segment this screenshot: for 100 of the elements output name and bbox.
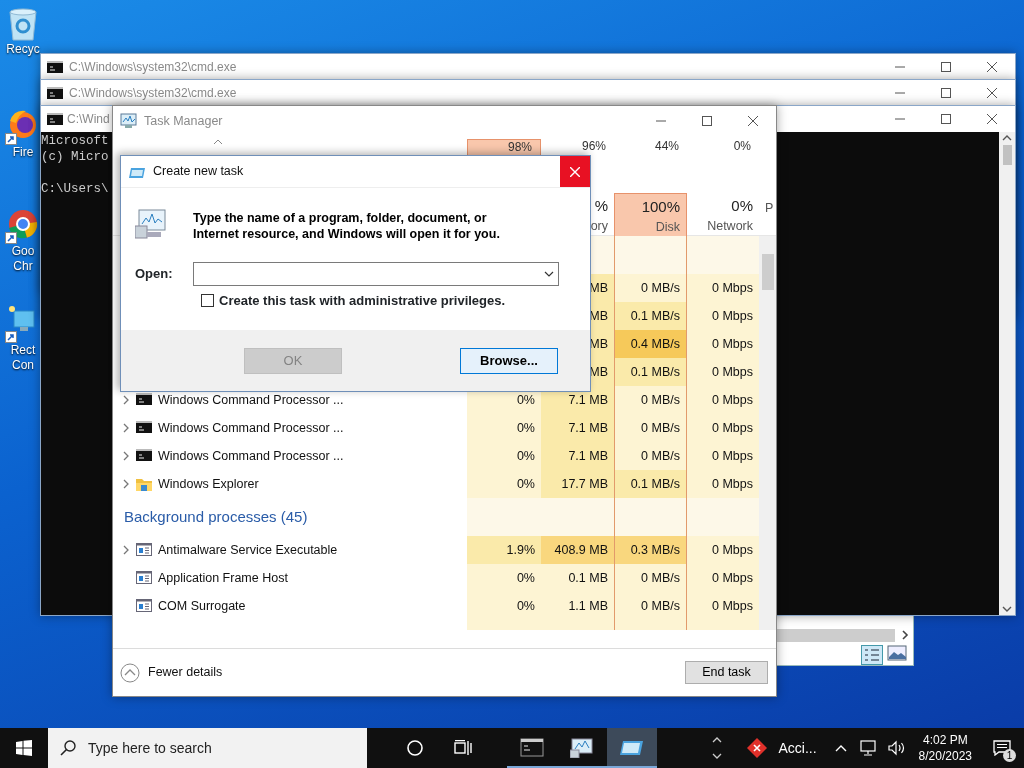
table-cell: 0 MB/s (614, 442, 687, 470)
console-icon (520, 736, 544, 758)
monitor-icon (570, 736, 594, 758)
scroll-down-icon[interactable] (712, 753, 723, 759)
taskbar-app-button[interactable] (607, 728, 657, 768)
column-label: Network (707, 218, 753, 235)
process-name[interactable]: COM Surrogate (158, 596, 246, 616)
close-icon (570, 166, 580, 177)
table-cell: 0 Mbps (687, 414, 759, 442)
desktop-icon-label[interactable]: Fire (5, 145, 41, 160)
process-name[interactable]: Windows Command Processor ... (158, 446, 344, 466)
window-title: C:\Wind (67, 111, 110, 128)
table-cell: 0 Mbps (687, 358, 759, 386)
console-icon (136, 420, 152, 436)
column-total: 0% (732, 139, 752, 155)
table-cell: 0 MB/s (614, 414, 687, 442)
table-cell: 0.4 MB/s (614, 330, 687, 358)
table-cell: 0 Mbps (687, 564, 759, 592)
table-cell: 0.1 MB/s (614, 358, 687, 386)
collapse-icon (120, 662, 140, 683)
taskbar-app-button[interactable]: Acci... (736, 728, 827, 768)
column-value: % (594, 197, 608, 215)
expand-chevron-icon[interactable] (122, 451, 130, 461)
desktop-icon-label[interactable]: Goo Chr (5, 244, 41, 274)
recycle-bin-icon[interactable] (6, 8, 40, 42)
console-icon (136, 448, 152, 464)
scroll-up-icon[interactable] (712, 737, 723, 743)
window-title: C:\Windows\system32\cmd.exe (69, 85, 237, 102)
maximize-icon[interactable] (941, 62, 951, 72)
search-icon (60, 740, 76, 756)
column-label: Disk (655, 219, 680, 236)
table-cell: 0 Mbps (687, 442, 759, 470)
window-title: Task Manager (144, 112, 223, 130)
desktop-icon-label[interactable]: Rect Con (5, 343, 41, 373)
show-hidden-icons-icon[interactable] (834, 744, 847, 752)
window-title: C:\Windows\system32\cmd.exe (69, 59, 237, 76)
monitor-icon (120, 113, 138, 129)
column-label[interactable]: P (765, 199, 774, 217)
console-icon (136, 392, 152, 408)
fewer-details-button[interactable]: Fewer details (120, 662, 223, 683)
table-cell: 0% (467, 442, 541, 470)
notifications-button[interactable]: 1 (980, 728, 1024, 768)
dialog-message: Type the name of a program, folder, document, or Internet resource, and Windows will open it for you. (193, 210, 501, 242)
table-cell: 0 Mbps (687, 536, 759, 564)
table-cell: 0% (467, 414, 541, 442)
open-field[interactable] (193, 262, 559, 286)
close-icon[interactable] (748, 116, 758, 126)
column-total: 96% (580, 139, 607, 155)
details-view-icon[interactable] (861, 645, 883, 665)
dialog-button[interactable]: Browse... (460, 347, 558, 374)
application-icon (136, 542, 152, 558)
field-label: Open: (135, 265, 174, 284)
close-icon[interactable] (987, 62, 997, 72)
table-cell: 0 MB/s (614, 274, 687, 302)
expand-chevron-icon[interactable] (122, 423, 130, 433)
column-value: 100% (641, 198, 680, 216)
process-name[interactable]: Windows Command Processor ... (158, 390, 344, 410)
checkbox[interactable] (201, 294, 214, 308)
close-button[interactable] (560, 156, 590, 187)
process-name[interactable]: Windows Command Processor ... (158, 418, 344, 438)
expand-chevron-icon[interactable] (122, 545, 130, 555)
end-task-button[interactable]: End task (685, 661, 768, 684)
preview-view-icon[interactable] (887, 645, 907, 661)
table-cell: 0.1 MB/s (614, 470, 687, 498)
close-icon[interactable] (987, 88, 997, 98)
desktop-icon-label[interactable]: Recyc (5, 42, 41, 57)
maximize-icon[interactable] (941, 88, 951, 98)
console-text: (c) Micro (41, 149, 109, 165)
table-cell: 0 MB/s (614, 592, 687, 620)
table-cell: 0 Mbps (687, 330, 759, 358)
application-icon (136, 598, 152, 614)
process-name[interactable]: Application Frame Host (158, 568, 288, 588)
column-total: 98% (467, 139, 541, 155)
close-icon[interactable] (987, 114, 997, 124)
scrollbar-thumb[interactable] (761, 254, 774, 290)
column-header[interactable]: 0% Network (687, 193, 759, 236)
process-name[interactable]: Antimalware Service Executable (158, 540, 338, 560)
checkbox-label[interactable]: Create this task with administrative privileges. (219, 291, 506, 311)
table-cell: 0 MB/s (614, 564, 687, 592)
column-total: 44% (653, 139, 680, 155)
expand-chevron-icon[interactable] (122, 479, 130, 489)
volume-icon[interactable] (887, 740, 906, 756)
search-field[interactable]: Type here to search (48, 728, 367, 768)
network-icon[interactable] (859, 740, 878, 756)
console-text: C:\Users\ (41, 181, 109, 197)
search-input[interactable]: Type here to search (86, 736, 356, 760)
maximize-icon[interactable] (941, 114, 951, 124)
column-header[interactable]: 100% Disk (614, 193, 687, 236)
shortcut-arrow-icon (5, 331, 17, 343)
console-icon (47, 86, 63, 100)
sort-caret-icon[interactable] (213, 139, 223, 145)
clock[interactable]: 4:02 PM 8/20/2023 (910, 732, 980, 764)
process-name[interactable]: Windows Explorer (158, 474, 259, 494)
scrollbar-thumb[interactable] (1002, 145, 1012, 165)
table-cell: 0.1 MB (541, 564, 614, 592)
task-view-icon (454, 740, 472, 756)
scroll-right-icon[interactable] (901, 630, 909, 640)
dropdown-caret-icon[interactable] (544, 271, 554, 277)
expand-chevron-icon[interactable] (122, 395, 130, 405)
maximize-icon[interactable] (702, 116, 712, 126)
